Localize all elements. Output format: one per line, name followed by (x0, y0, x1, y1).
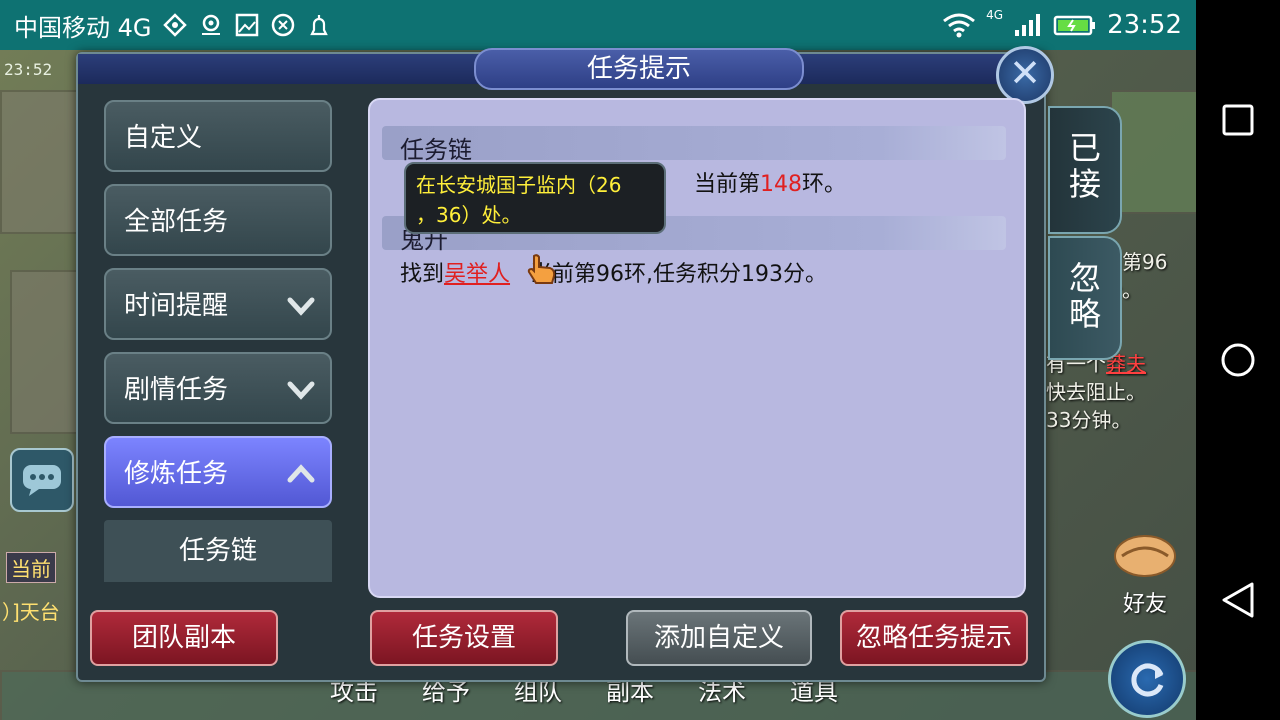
tab-label: 忽略 (1068, 259, 1101, 333)
chat-button[interactable] (10, 448, 74, 512)
tooltip-line: 在长安城国子监内（26 (416, 173, 622, 197)
ring-count: 148 (760, 172, 803, 197)
chat-message: ）]天台 (2, 600, 60, 624)
handshake-icon (1114, 535, 1176, 577)
wifi-icon (943, 13, 976, 38)
ghost-task-progress: 找到吴举人 当前第96环,任务积分193分。 (400, 262, 828, 287)
circle-icon (1221, 343, 1255, 377)
location-icon (201, 14, 220, 35)
menu-item-label: 剧情任务 (124, 375, 229, 405)
menu-item-label: 修炼任务 (124, 459, 229, 489)
status-bar: 中国移动 4G 4G 23:52 (0, 0, 1196, 50)
refresh-icon (1131, 663, 1164, 697)
tab-label: 已接 (1068, 129, 1101, 203)
hud-line: 快去阻止。 (1046, 380, 1146, 404)
task-chain-progress: 当前第148环。 (694, 172, 847, 197)
recents-button[interactable] (1218, 100, 1258, 140)
chevron-up-icon (287, 464, 315, 483)
menu-item-time-reminder[interactable]: 时间提醒 (104, 268, 332, 340)
wall-left (10, 270, 80, 434)
menu-item-label: 自定义 (124, 123, 203, 153)
add-custom-button[interactable]: 添加自定义 (626, 610, 812, 666)
ignore-tips-button[interactable]: 忽略任务提示 (840, 610, 1028, 666)
npc-link[interactable]: 吴举人 (444, 262, 510, 287)
compass-icon (271, 13, 294, 37)
tab-ignored[interactable]: 忽略 (1048, 236, 1122, 360)
image-icon (235, 13, 258, 37)
signal-icon (1015, 14, 1041, 36)
close-button[interactable]: ✕ (996, 46, 1054, 104)
game-clock: 23:52 (4, 60, 53, 79)
menu-item-custom[interactable]: 自定义 (104, 100, 332, 172)
tooltip-line: ，36）处。 (416, 203, 522, 227)
menu-item-cultivation-tasks[interactable]: 修炼任务 (104, 436, 332, 508)
dialog-title: 任务提示 (474, 48, 804, 90)
friends-button[interactable]: 好友 (1100, 530, 1190, 620)
chevron-down-icon (287, 381, 315, 400)
section-header (382, 126, 1006, 160)
menu-item-all-tasks[interactable]: 全部任务 (104, 184, 332, 256)
refresh-button[interactable] (1108, 640, 1186, 718)
section-title: 任务链 (400, 136, 472, 164)
chat-bubble-icon (23, 465, 61, 496)
task-tips-dialog: 任务提示 ✕ 自定义 全部任务 时间提醒 剧情任务 修炼任务 任务链 任务链 当… (76, 46, 1122, 682)
back-button[interactable] (1218, 580, 1258, 620)
team-dungeon-button[interactable]: 团队副本 (90, 610, 278, 666)
tab-accepted[interactable]: 已接 (1048, 106, 1122, 234)
submenu-item-task-chain[interactable]: 任务链 (104, 520, 332, 582)
menu-item-story-tasks[interactable]: 剧情任务 (104, 352, 332, 424)
clock: 23:52 (1107, 10, 1182, 40)
battery-icon (1053, 15, 1096, 36)
chevron-down-icon (287, 297, 315, 316)
diamond-icon (162, 13, 187, 37)
hand-pointer-icon (527, 254, 556, 284)
friends-label: 好友 (1122, 592, 1167, 617)
menu-item-label: 时间提醒 (124, 291, 229, 321)
chat-channel-label[interactable]: 当前 (6, 552, 56, 583)
navigation-bar (1196, 0, 1280, 720)
network-type: 4G (986, 8, 1004, 22)
home-button[interactable] (1218, 340, 1258, 380)
building-left (0, 90, 80, 234)
category-menu: 自定义 全部任务 时间提醒 剧情任务 修炼任务 任务链 (104, 100, 336, 582)
hud-line: 33分钟。 (1046, 408, 1132, 432)
location-tooltip: 在长安城国子监内（26 ，36）处。 (404, 162, 666, 234)
triangle-back-icon (1222, 582, 1254, 618)
square-icon (1222, 104, 1254, 136)
carrier-label: 中国移动 4G (14, 13, 152, 42)
bell-icon (309, 15, 328, 36)
menu-item-label: 全部任务 (124, 207, 229, 237)
task-settings-button[interactable]: 任务设置 (370, 610, 558, 666)
